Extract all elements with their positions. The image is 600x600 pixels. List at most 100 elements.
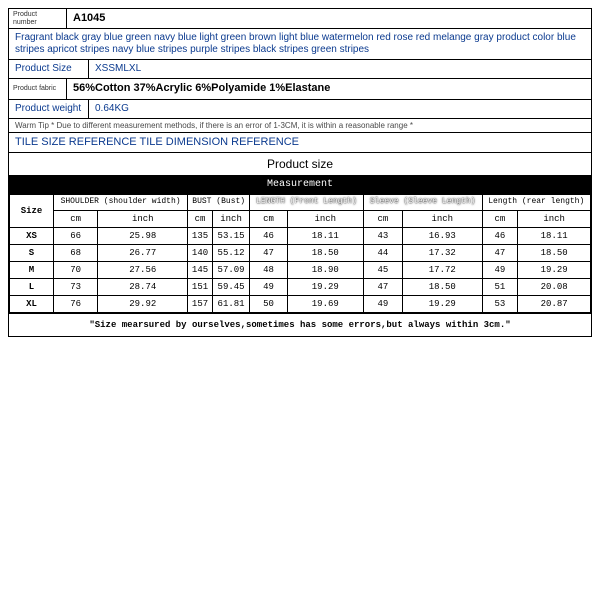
unit-header: inch [518, 211, 591, 228]
group-shoulder: SHOULDER (shoulder width) [54, 195, 188, 211]
size-cell: M [10, 262, 54, 279]
group-rear-length: Length (rear length) [482, 195, 590, 211]
table-row: M7027.5614557.094818.904517.724919.29 [10, 262, 591, 279]
data-cell: 27.56 [98, 262, 188, 279]
header-row-units: cminchcminchcminchcminchcminch [10, 211, 591, 228]
row-size: Product Size XSSMLXL [9, 60, 591, 79]
group-sleeve: Sleeve (Sleeve Length) [363, 195, 482, 211]
data-cell: 28.74 [98, 279, 188, 296]
measurement-bar: Measurement [9, 176, 591, 194]
unit-header: inch [98, 211, 188, 228]
data-cell: 44 [363, 245, 402, 262]
data-cell: 66 [54, 228, 98, 245]
size-header: Size [10, 195, 54, 228]
data-cell: 49 [363, 296, 402, 313]
data-cell: 61.81 [212, 296, 249, 313]
product-number-value: A1045 [67, 9, 591, 28]
data-cell: 19.29 [287, 279, 363, 296]
unit-header: cm [250, 211, 288, 228]
measurement-table-head: Size SHOULDER (shoulder width) BUST (Bus… [10, 195, 591, 228]
unit-header: inch [287, 211, 363, 228]
header-row-groups: Size SHOULDER (shoulder width) BUST (Bus… [10, 195, 591, 211]
data-cell: 46 [250, 228, 288, 245]
data-cell: 151 [188, 279, 213, 296]
unit-header: cm [54, 211, 98, 228]
table-row: L7328.7415159.454919.294718.505120.08 [10, 279, 591, 296]
measurement-footnote: "Size mearsured by ourselves,sometimes h… [9, 313, 591, 336]
group-front-length: LENGTH (Front Length) [250, 195, 364, 211]
data-cell: 55.12 [212, 245, 249, 262]
data-cell: 20.08 [518, 279, 591, 296]
unit-header: cm [363, 211, 402, 228]
product-spec-panel: Product number A1045 Fragrant black gray… [8, 8, 592, 337]
data-cell: 49 [482, 262, 518, 279]
product-number-label: Product number [9, 9, 67, 28]
table-row: XS6625.9813553.154618.114316.934618.11 [10, 228, 591, 245]
table-row: XL7629.9215761.815019.694919.295320.87 [10, 296, 591, 313]
data-cell: 57.09 [212, 262, 249, 279]
warm-tip-text: * Due to different measurement methods, … [51, 121, 413, 130]
data-cell: 73 [54, 279, 98, 296]
data-cell: 46 [482, 228, 518, 245]
product-size-label: Product Size [9, 60, 89, 78]
data-cell: 17.72 [403, 262, 482, 279]
data-cell: 51 [482, 279, 518, 296]
measurement-table-body: XS6625.9813553.154618.114316.934618.11S6… [10, 228, 591, 313]
product-description: Fragrant black gray blue green navy blue… [9, 29, 591, 59]
data-cell: 47 [250, 245, 288, 262]
row-product-number: Product number A1045 [9, 9, 591, 29]
data-cell: 16.93 [403, 228, 482, 245]
row-description: Fragrant black gray blue green navy blue… [9, 29, 591, 60]
unit-header: inch [403, 211, 482, 228]
data-cell: 50 [250, 296, 288, 313]
data-cell: 157 [188, 296, 213, 313]
data-cell: 19.69 [287, 296, 363, 313]
group-bust: BUST (Bust) [188, 195, 250, 211]
size-cell: L [10, 279, 54, 296]
data-cell: 18.50 [403, 279, 482, 296]
data-cell: 47 [363, 279, 402, 296]
size-cell: S [10, 245, 54, 262]
blank-area [8, 337, 592, 487]
data-cell: 70 [54, 262, 98, 279]
data-cell: 20.87 [518, 296, 591, 313]
product-fabric-value: 56%Cotton 37%Acrylic 6%Polyamide 1%Elast… [67, 79, 591, 98]
unit-header: inch [212, 211, 249, 228]
unit-header: cm [482, 211, 518, 228]
data-cell: 59.45 [212, 279, 249, 296]
row-weight: Product weight 0.64KG [9, 100, 591, 119]
data-cell: 25.98 [98, 228, 188, 245]
product-weight-value: 0.64KG [89, 100, 591, 118]
data-cell: 18.11 [518, 228, 591, 245]
data-cell: 76 [54, 296, 98, 313]
data-cell: 18.11 [287, 228, 363, 245]
data-cell: 48 [250, 262, 288, 279]
warm-tip-label: Warm Tip [15, 121, 49, 130]
size-cell: XS [10, 228, 54, 245]
product-size-value: XSSMLXL [89, 60, 591, 78]
measurement-table: Size SHOULDER (shoulder width) BUST (Bus… [9, 194, 591, 313]
data-cell: 53.15 [212, 228, 249, 245]
data-cell: 18.90 [287, 262, 363, 279]
data-cell: 145 [188, 262, 213, 279]
data-cell: 45 [363, 262, 402, 279]
row-fabric: Product fabric 56%Cotton 37%Acrylic 6%Po… [9, 79, 591, 99]
unit-header: cm [188, 211, 213, 228]
data-cell: 47 [482, 245, 518, 262]
data-cell: 18.50 [518, 245, 591, 262]
data-cell: 135 [188, 228, 213, 245]
data-cell: 49 [250, 279, 288, 296]
data-cell: 68 [54, 245, 98, 262]
warm-tip: Warm Tip * Due to different measurement … [9, 119, 591, 134]
product-fabric-label: Product fabric [9, 79, 67, 98]
data-cell: 19.29 [518, 262, 591, 279]
product-size-title: Product size [9, 153, 591, 176]
data-cell: 17.32 [403, 245, 482, 262]
data-cell: 18.50 [287, 245, 363, 262]
product-weight-label: Product weight [9, 100, 89, 118]
data-cell: 29.92 [98, 296, 188, 313]
data-cell: 140 [188, 245, 213, 262]
data-cell: 26.77 [98, 245, 188, 262]
data-cell: 53 [482, 296, 518, 313]
size-cell: XL [10, 296, 54, 313]
